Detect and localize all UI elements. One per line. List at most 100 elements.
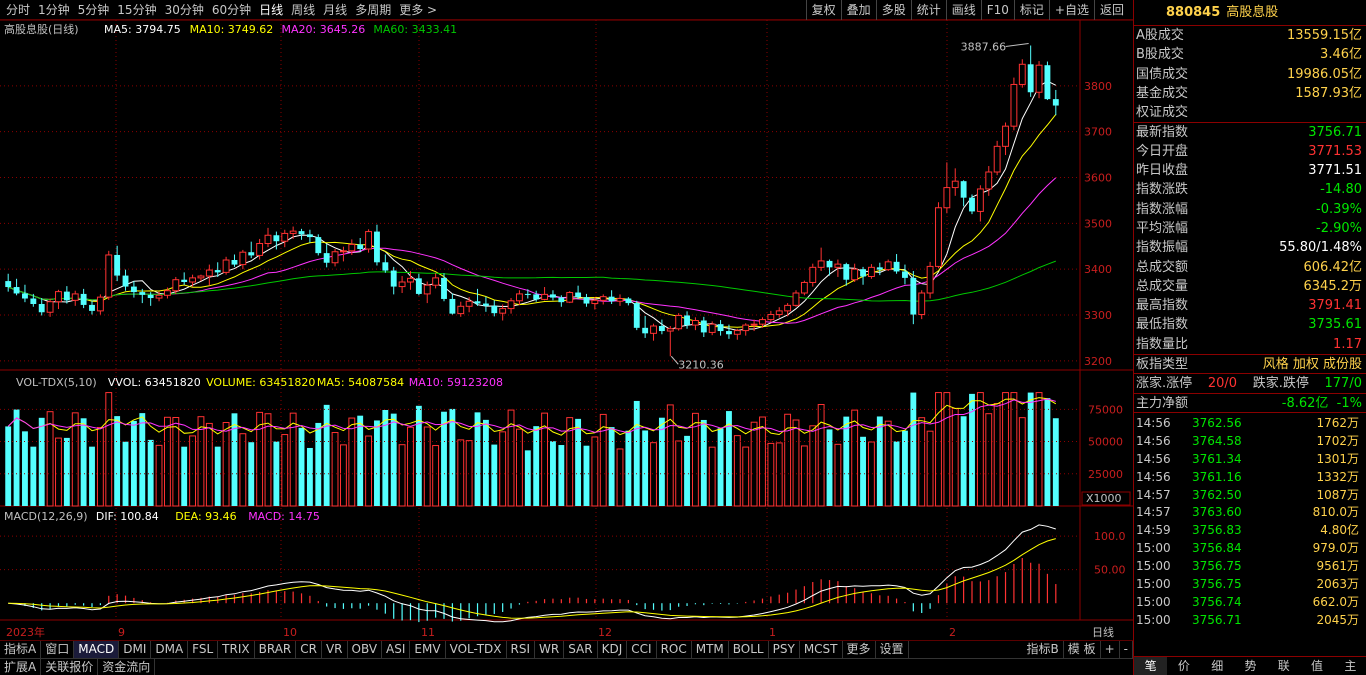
candle-body xyxy=(348,243,356,252)
panel-tab[interactable]: 势 xyxy=(1234,657,1267,675)
toolbar-action-button[interactable]: 多股 xyxy=(875,0,911,20)
toolbar-action-button[interactable]: F10 xyxy=(980,0,1014,20)
panel-tab[interactable]: 细 xyxy=(1201,657,1234,675)
indicator-tab[interactable]: EMV xyxy=(410,641,446,658)
indicator-tab[interactable]: DMI xyxy=(119,641,152,658)
toolbar-action-button[interactable]: 统计 xyxy=(910,0,946,20)
indicator-tab[interactable]: MCST xyxy=(800,641,843,658)
indicator-tab[interactable]: VR xyxy=(322,641,348,658)
tick-volume: 1762万 xyxy=(1316,415,1359,430)
indicator-tab[interactable]: MTM xyxy=(692,641,729,658)
period-tab[interactable]: 周线 xyxy=(287,0,319,20)
volume-bar xyxy=(843,416,850,506)
panel-tab[interactable]: 联 xyxy=(1267,657,1300,675)
volume-bar xyxy=(239,433,247,507)
legend-item: VVOL: 63451820 xyxy=(108,376,201,389)
stat-label: 最新指数 xyxy=(1136,125,1189,141)
toolbar-action-button[interactable]: 叠加 xyxy=(840,0,876,20)
indicator-tab[interactable]: DMA xyxy=(151,641,189,658)
candle-body xyxy=(684,315,690,326)
candle-body xyxy=(398,281,406,288)
candle-body xyxy=(38,304,45,313)
indicator-tab[interactable]: FSL xyxy=(188,641,219,658)
panel-tab[interactable]: 值 xyxy=(1300,657,1333,675)
stat-value: 3771.51 xyxy=(1308,163,1362,179)
stat-value: -2.90% xyxy=(1316,220,1362,236)
board-type-value[interactable]: 风格 加权 成份股 xyxy=(1263,355,1362,373)
candle-body xyxy=(491,305,498,314)
indicator-tab-right[interactable]: 模 板 xyxy=(1064,641,1101,658)
volume-bar xyxy=(96,426,104,507)
toolbar-action-button[interactable]: 画线 xyxy=(945,0,981,20)
indicator-tab[interactable]: KDJ xyxy=(598,641,628,658)
candle-body xyxy=(750,323,758,326)
toolbar-action-button[interactable]: 标记 xyxy=(1013,0,1049,20)
tick-price: 3762.56 xyxy=(1192,415,1242,430)
indicator-tab[interactable]: VOL-TDX xyxy=(446,641,507,658)
kline-chart[interactable]: 3200 3300 3400 3500 3600 3700 3800 高股息股(日线) MA5:… xyxy=(0,20,1133,642)
period-tab[interactable]: 多周期 xyxy=(351,0,395,20)
indicator-tab[interactable]: CR xyxy=(296,641,322,658)
candle-body xyxy=(708,323,716,333)
indicator-tab[interactable]: MACD xyxy=(74,641,120,658)
volume-bar xyxy=(130,420,137,506)
net-flow-pct: -1% xyxy=(1336,395,1362,411)
extension-tab[interactable]: 资金流向 xyxy=(98,659,156,675)
period-tab[interactable]: 15分钟 xyxy=(113,0,160,20)
period-tab[interactable]: 日线 xyxy=(255,0,287,20)
period-tab[interactable]: 60分钟 xyxy=(208,0,255,20)
legend-item: MACD(12,26,9) xyxy=(4,510,88,523)
security-name: 高股息股 xyxy=(1226,5,1279,20)
board-type-row: 板指类型 风格 加权 成份股 xyxy=(1134,354,1366,373)
indicator-tab[interactable]: CCI xyxy=(627,641,657,658)
volume-bar xyxy=(331,432,339,507)
panel-tab[interactable]: 主 xyxy=(1334,657,1366,675)
indicator-tab-right[interactable]: 指标B xyxy=(1023,641,1064,658)
legend-item: MACD: 14.75 xyxy=(248,510,320,523)
indicator-tab[interactable]: BOLL xyxy=(729,641,769,658)
volume-bar xyxy=(390,413,397,506)
indicator-tab[interactable]: OBV xyxy=(348,641,383,658)
period-tab[interactable]: 30分钟 xyxy=(161,0,208,20)
indicator-tab[interactable]: PSY xyxy=(769,641,800,658)
tick-row: 15:00 3756.75 9561万 xyxy=(1134,558,1366,576)
candle-body xyxy=(558,297,565,303)
toolbar-action-button[interactable]: +自选 xyxy=(1048,0,1094,20)
tick-volume: 979.0万 xyxy=(1312,541,1359,556)
indicator-tab[interactable]: 设置 xyxy=(876,641,909,658)
panel-tab[interactable]: 笔 xyxy=(1134,657,1168,675)
indicator-tab[interactable]: 窗口 xyxy=(41,641,75,658)
extension-tab[interactable]: 关联报价 xyxy=(41,659,99,675)
volume-bar xyxy=(181,446,188,506)
toolbar-action-button[interactable]: 返回 xyxy=(1093,0,1129,20)
period-tab[interactable]: 5分钟 xyxy=(74,0,114,20)
indicator-tab[interactable]: BRAR xyxy=(255,641,297,658)
indicator-tab[interactable]: TRIX xyxy=(218,641,255,658)
candle-body xyxy=(591,299,599,305)
tick-price: 3762.50 xyxy=(1192,487,1242,502)
indicator-tab[interactable]: ASI xyxy=(382,641,411,658)
indicator-tab[interactable]: SAR xyxy=(564,641,598,658)
volume-bar xyxy=(767,442,775,507)
panel-tab[interactable]: 价 xyxy=(1167,657,1200,675)
toolbar-action-button[interactable]: 复权 xyxy=(805,0,841,20)
indicator-tab-right[interactable]: - xyxy=(1120,641,1133,658)
volume-unit: X1000 xyxy=(1086,492,1122,505)
extension-tab[interactable]: 扩展A xyxy=(0,659,42,675)
indicator-tab-right[interactable]: + xyxy=(1101,641,1120,658)
volume-bar xyxy=(71,412,79,507)
indicator-tab[interactable]: ROC xyxy=(657,641,692,658)
indicator-tab[interactable]: RSI xyxy=(507,641,536,658)
indicator-tab[interactable]: 更多 xyxy=(843,641,876,658)
tick-list: 14:56 3762.56 1762万 14:56 3764.58 1702万 14:56 3… xyxy=(1134,411,1366,630)
volume-bar xyxy=(1018,417,1026,507)
period-tab[interactable]: 分时 xyxy=(2,0,34,20)
period-tab[interactable]: 月线 xyxy=(319,0,351,20)
indicator-tab[interactable]: WR xyxy=(535,641,565,658)
period-tab[interactable]: 1分钟 xyxy=(34,0,74,20)
tick-volume: 1087万 xyxy=(1316,487,1359,502)
stat-row: 平均涨幅 -2.90% xyxy=(1134,219,1366,238)
net-flow-row: 主力净额 -8.62亿 -1% xyxy=(1134,392,1366,412)
period-tab[interactable]: 更多 > xyxy=(395,0,441,20)
indicator-tab[interactable]: 指标A xyxy=(0,641,42,658)
